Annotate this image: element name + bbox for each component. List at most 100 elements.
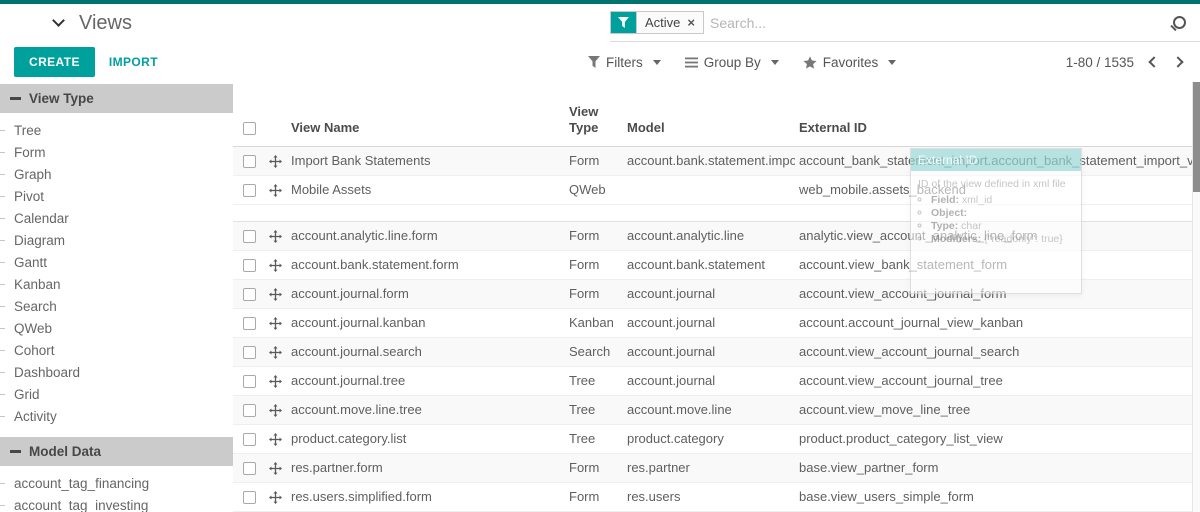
sidebar-item-gantt[interactable]: Gantt [0,251,233,273]
column-header-model[interactable]: Model [623,82,795,146]
column-header-external-id[interactable]: External ID [795,82,1200,146]
cell-view-type: Search [565,337,623,366]
search-view: Active × [610,4,1200,42]
cell-view-name: account.analytic.line.form [287,221,565,250]
cell-model [623,175,795,204]
sidebar-item-tree[interactable]: Tree [0,119,233,141]
sidebar-item-pivot[interactable]: Pivot [0,185,233,207]
row-checkbox[interactable] [243,433,256,446]
table-row[interactable]: product.category.listTreeproduct.categor… [233,424,1200,453]
import-button[interactable]: IMPORT [109,55,158,69]
cell-view-type: QWeb [565,175,623,204]
sidebar-item-activity[interactable]: Activity [0,405,233,427]
cell-view-type: Form [565,279,623,308]
cell-view-type: Form [565,482,623,511]
table-row[interactable]: res.partner.formFormres.partnerbase.view… [233,453,1200,482]
table-header-row: View Name View Type Model External ID [233,82,1200,146]
row-checkbox[interactable] [243,346,256,359]
sidebar-item-list: TreeFormGraphPivotCalendarDiagramGanttKa… [0,119,233,427]
sidebar-item-cohort[interactable]: Cohort [0,339,233,361]
chevron-down-icon[interactable] [52,14,65,27]
drag-handle-icon [269,346,282,359]
sidebar-item-grid[interactable]: Grid [0,383,233,405]
scrollbar-thumb[interactable] [1193,82,1200,192]
row-checkbox[interactable] [243,404,256,417]
drag-handle-icon [269,184,282,197]
filter-funnel-icon [611,12,636,33]
cell-model: account.bank.statement.import [623,146,795,175]
sidebar-item-diagram[interactable]: Diagram [0,229,233,251]
drag-handle-icon [269,155,282,168]
cell-model: account.journal [623,308,795,337]
row-checkbox[interactable] [243,462,256,475]
cell-model: account.journal [623,337,795,366]
facet-label: Active × [636,12,703,33]
sidebar-item-account-tag-financing[interactable]: account_tag_financing [0,472,233,494]
sidebar-item-qweb[interactable]: QWeb [0,317,233,339]
cell-view-type [565,204,623,221]
star-icon [803,56,817,69]
create-button[interactable]: CREATE [14,47,95,77]
sidebar-item-list: account_tag_financingaccount_tag_investi… [0,472,233,512]
sidebar-item-form[interactable]: Form [0,141,233,163]
breadcrumb: Views [54,4,132,42]
sidebar-item-account-tag-investing[interactable]: account_tag_investing [0,494,233,512]
column-header-view-type[interactable]: View Type [565,82,623,146]
table-row[interactable]: Import Bank StatementsFormaccount.bank.s… [233,146,1200,175]
table-row[interactable]: account.journal.kanbanKanbanaccount.jour… [233,308,1200,337]
pager-range: 1-80 / 1535 [1066,55,1134,70]
cell-external-id: account.view_bank_statement_form [795,250,1200,279]
sidebar-item-search[interactable]: Search [0,295,233,317]
table-row[interactable]: account.analytic.line.formFormaccount.an… [233,221,1200,250]
filters-dropdown[interactable]: Filters [588,55,661,70]
table-row[interactable]: res.users.simplified.formFormres.usersba… [233,482,1200,511]
drag-handle-icon [269,433,282,446]
row-checkbox[interactable] [243,375,256,388]
sidebar-item-graph[interactable]: Graph [0,163,233,185]
select-all-checkbox[interactable] [243,122,256,135]
row-checkbox[interactable] [243,155,256,168]
sidebar-section-header-model-data[interactable]: Model Data [0,437,233,466]
table-row[interactable]: account.journal.formFormaccount.journala… [233,279,1200,308]
search-icon[interactable] [1173,16,1186,29]
cell-view-name: Import Bank Statements [287,146,565,175]
cell-external-id: product.product_category_list_view [795,424,1200,453]
table-row[interactable]: account.journal.treeTreeaccount.journala… [233,366,1200,395]
favorites-dropdown[interactable]: Favorites [803,55,897,70]
row-checkbox[interactable] [243,491,256,504]
table-body: Import Bank StatementsFormaccount.bank.s… [233,146,1200,511]
sidebar-section-title: Model Data [29,444,101,459]
pager-next-icon[interactable] [1172,56,1183,67]
cell-view-type: Tree [565,366,623,395]
table-row[interactable]: account.move.line.treeTreeaccount.move.l… [233,395,1200,424]
content-area: View TypeTreeFormGraphPivotCalendarDiagr… [0,82,1200,512]
table-row[interactable]: account.journal.searchSearchaccount.jour… [233,337,1200,366]
cell-view-name: account.journal.form [287,279,565,308]
cell-view-type: Form [565,221,623,250]
group-by-dropdown[interactable]: Group By [685,55,779,70]
collapse-minus-icon [10,97,21,100]
cell-view-type: Tree [565,424,623,453]
search-input[interactable] [710,15,1173,31]
column-header-view-name[interactable]: View Name [287,82,565,146]
cell-view-name: Mobile Assets [287,175,565,204]
sidebar-item-calendar[interactable]: Calendar [0,207,233,229]
search-panel-sidebar: View Type TreeFormGraphPivotCalendarDiagr… [0,82,233,512]
column-header-handle [263,82,287,146]
row-checkbox[interactable] [243,230,256,243]
row-checkbox[interactable] [243,259,256,272]
sidebar-item-kanban[interactable]: Kanban [0,273,233,295]
group-by-icon [685,57,698,68]
sidebar-item-dashboard[interactable]: Dashboard [0,361,233,383]
facet-remove-icon[interactable]: × [687,15,695,30]
table-row[interactable]: Mobile AssetsQWebweb_mobile.assets_backe… [233,175,1200,204]
cell-view-name: account.journal.search [287,337,565,366]
row-checkbox[interactable] [243,288,256,301]
funnel-icon [588,56,600,68]
table-row[interactable]: account.bank.statement.formFormaccount.b… [233,250,1200,279]
row-checkbox[interactable] [243,317,256,330]
pager-previous-icon[interactable] [1148,56,1159,67]
cell-model: res.users [623,482,795,511]
row-checkbox[interactable] [243,184,256,197]
sidebar-section-header-view-type[interactable]: View Type [0,84,233,113]
